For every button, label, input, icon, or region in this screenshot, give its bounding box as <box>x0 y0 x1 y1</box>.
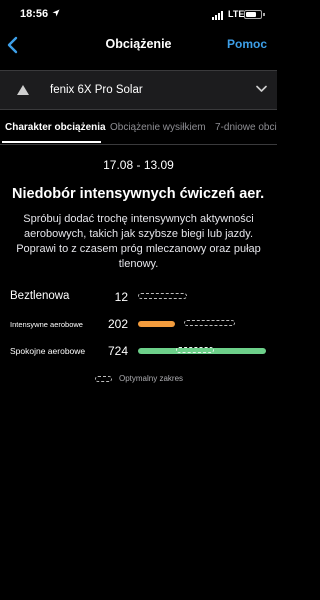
optimal-range-indicator <box>176 347 214 353</box>
optimal-range-indicator <box>138 293 187 299</box>
date-range: 17.08 - 13.09 <box>103 158 174 172</box>
device-selector[interactable]: fenix 6X Pro Solar <box>0 70 277 110</box>
battery-tip <box>263 13 265 16</box>
load-row-anaerobic: Beztlenowa 12 <box>0 288 277 308</box>
chevron-down-icon <box>256 85 267 92</box>
status-time: 18:56 <box>20 8 49 20</box>
tab-7-day-load[interactable]: 7-dniowe obciążenie <box>215 122 277 133</box>
load-bar <box>138 321 176 327</box>
location-arrow-icon <box>52 9 60 17</box>
device-triangle-icon <box>17 85 29 95</box>
active-tab-indicator <box>2 141 101 143</box>
device-name: fenix 6X Pro Solar <box>50 84 143 96</box>
load-row-low-aerobic: Spokojne aerobowe 724 <box>0 342 277 362</box>
status-description: Spróbuj dodać trochę intensywnych aktywn… <box>16 213 261 270</box>
optimal-range-swatch <box>95 376 112 382</box>
signal-icon <box>212 11 223 20</box>
network-type: LTE <box>228 9 245 19</box>
battery-icon <box>244 10 262 19</box>
legend-label: Optymalny zakres <box>119 374 184 383</box>
tab-bar: Charakter obciążenia Obciążenie wysiłkie… <box>0 116 277 145</box>
load-value: 724 <box>107 344 128 358</box>
load-label: Beztlenowa <box>10 290 70 302</box>
load-value: 12 <box>114 290 128 304</box>
load-row-high-aerobic: Intensywne aerobowe 202 <box>0 315 277 335</box>
tab-exercise-load[interactable]: Obciążenie wysiłkiem <box>110 122 206 133</box>
optimal-range-indicator <box>184 320 236 326</box>
tab-load-focus[interactable]: Charakter obciążenia <box>5 122 106 133</box>
load-label: Spokojne aerobowe <box>10 346 86 356</box>
status-bar: 18:56 LTE <box>0 0 277 30</box>
help-button[interactable]: Pomoc <box>227 37 267 51</box>
nav-bar: Obciążenie Pomoc <box>0 30 277 60</box>
load-label: Intensywne aerobowe <box>10 320 83 329</box>
status-headline: Niedobór intensywnych ćwiczeń aer... <box>12 186 265 202</box>
load-value: 202 <box>107 317 128 331</box>
